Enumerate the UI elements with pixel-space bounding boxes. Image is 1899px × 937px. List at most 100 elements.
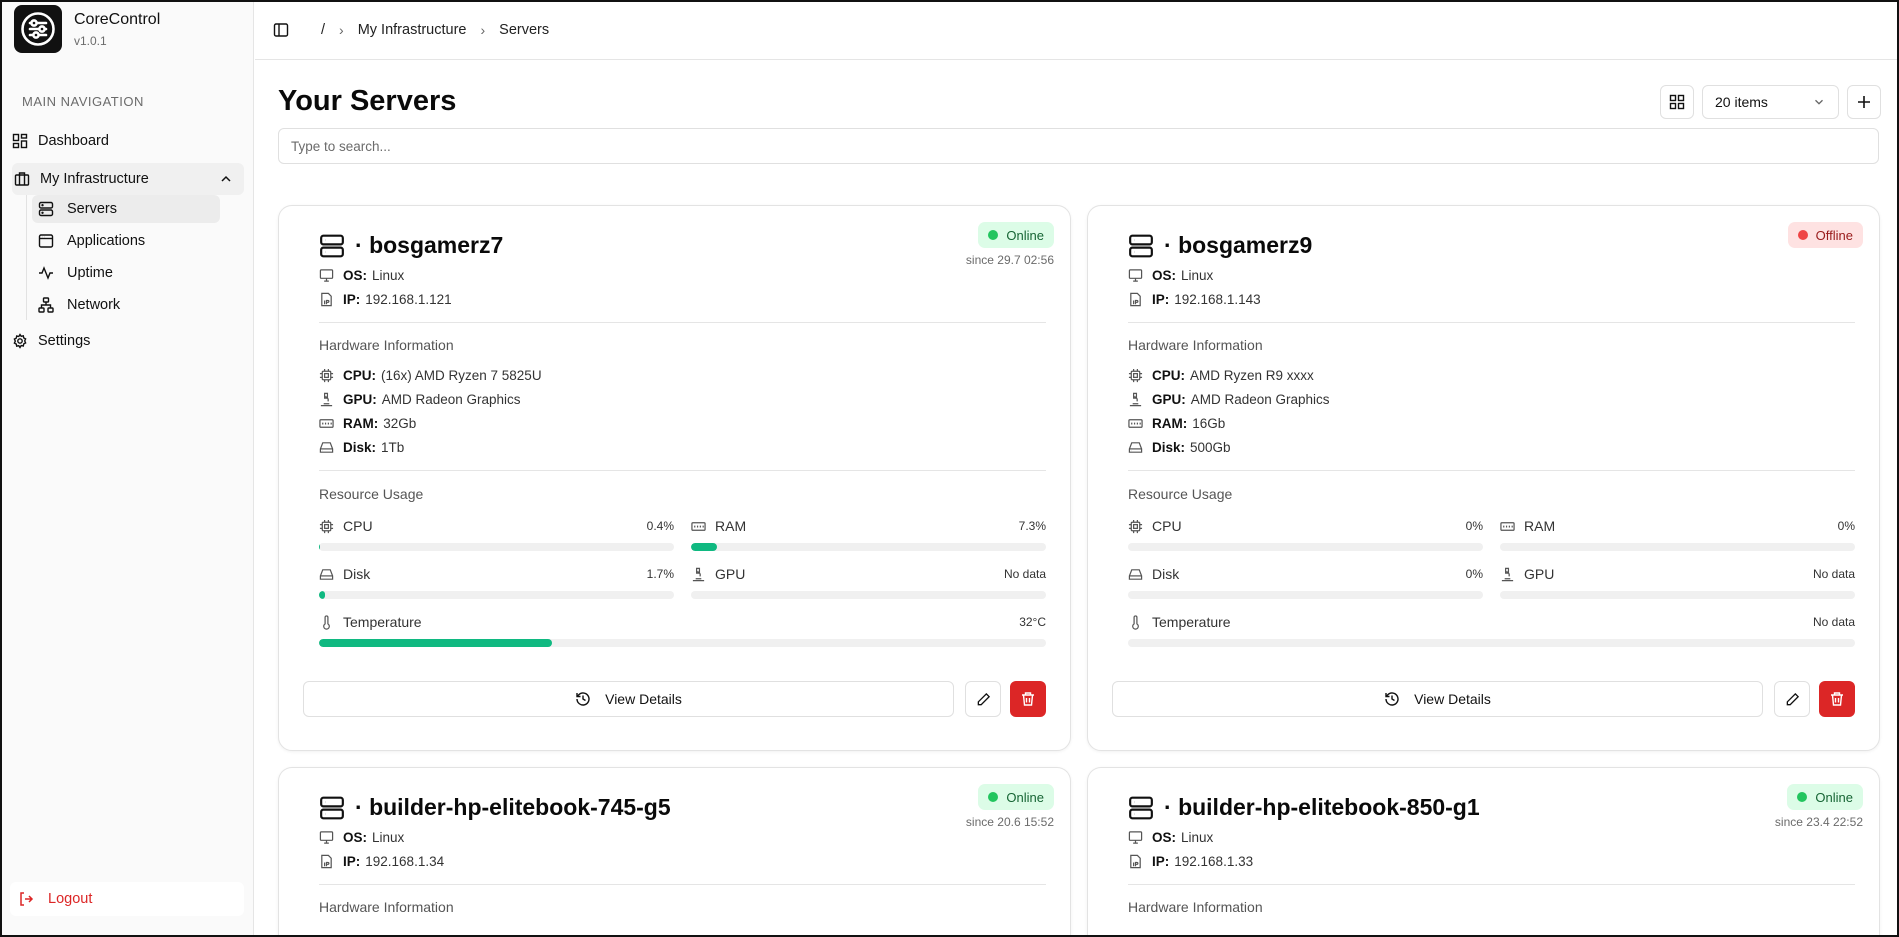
sidebar-item-label: My Infrastructure (40, 171, 149, 187)
sidebar-item-uptime[interactable]: Uptime (32, 259, 220, 287)
server-card: · bosgamerz9 Offline OS: Linux IP: 192.168… (1087, 205, 1880, 751)
usage-label: GPU (715, 566, 746, 582)
view-details-button[interactable]: View Details (303, 681, 954, 717)
cpu-usage: CPU 0.4% (319, 517, 674, 551)
items-per-page-select[interactable]: 20 items (1702, 85, 1839, 119)
sidebar-item-network[interactable]: Network (32, 291, 220, 319)
app-window-icon (38, 234, 54, 248)
breadcrumb-root[interactable]: / (321, 22, 325, 38)
ip-value: 192.168.1.33 (1174, 854, 1254, 869)
chevron-right-icon: › (480, 21, 486, 38)
ram-usage: RAM 7.3% (691, 517, 1046, 551)
status-since: since 20.6 15:52 (965, 815, 1054, 829)
usage-value: 0.4% (646, 519, 674, 533)
view-details-button[interactable]: View Details (1112, 681, 1763, 717)
ram-label: RAM: (343, 416, 379, 431)
cpu-row: CPU: AMD Ryzen R9 xxxx (1128, 368, 1314, 383)
sidebar-item-applications[interactable]: Applications (32, 227, 220, 255)
server-name: bosgamerz7 (369, 232, 504, 258)
edit-button[interactable] (1774, 681, 1810, 717)
ip-row: IP: 192.168.1.34 (319, 854, 444, 869)
divider (1128, 322, 1855, 323)
ip-label: IP: (343, 854, 361, 869)
grid-icon (1669, 94, 1685, 110)
usage-label: CPU (1152, 518, 1182, 534)
microscope-icon (692, 567, 705, 581)
cpu-label: CPU: (343, 368, 376, 383)
cpu-icon (319, 519, 334, 533)
toolbar: 20 items (1660, 85, 1881, 119)
hard-drive-icon (1128, 442, 1143, 453)
status-badge: Online (978, 222, 1054, 248)
divider (1128, 884, 1855, 885)
usage-bar-fill (319, 591, 326, 599)
sidebar-item-servers[interactable]: Servers (32, 195, 220, 223)
ip-label: IP: (1152, 292, 1170, 307)
usage-bar (1128, 639, 1855, 647)
cpu-value: AMD Ryzen R9 xxxx (1190, 368, 1314, 383)
resource-heading: Resource Usage (1128, 486, 1233, 502)
usage-bar-fill (319, 543, 321, 551)
top-bar: / › My Infrastructure › Servers (255, 0, 1899, 60)
cpu-icon (1128, 368, 1143, 383)
ip-row: IP: 192.168.1.143 (1128, 292, 1261, 307)
microscope-icon (1501, 567, 1514, 581)
divider (319, 322, 1046, 323)
logout-icon (20, 892, 34, 906)
disk-label: Disk: (1152, 440, 1186, 455)
hard-drive-icon (1128, 568, 1143, 580)
page-title: Your Servers (278, 85, 457, 117)
server-name: builder-hp-elitebook-850-g1 (1178, 794, 1480, 820)
dashboard-icon (12, 133, 28, 149)
server-title: · bosgamerz7 (319, 232, 503, 259)
cpu-icon (319, 368, 334, 383)
monitor-icon (1128, 269, 1143, 282)
breadcrumb-infrastructure[interactable]: My Infrastructure (358, 22, 467, 38)
delete-button[interactable] (1010, 681, 1046, 717)
usage-label: Temperature (1152, 614, 1231, 630)
usage-label: GPU (1524, 566, 1555, 582)
app-name: CoreControl (74, 10, 161, 28)
usage-label: CPU (343, 518, 373, 534)
server-card: · builder-hp-elitebook-745-g5 Online sin… (278, 767, 1071, 937)
server-icon (1129, 796, 1153, 819)
server-name: bosgamerz9 (1178, 232, 1313, 258)
app-version: v1.0.1 (74, 33, 107, 48)
breadcrumb-servers: Servers (499, 21, 550, 38)
status-dot (1797, 792, 1808, 802)
os-row: OS: Linux (319, 830, 404, 845)
usage-label: RAM (715, 518, 747, 534)
server-icon (320, 234, 344, 257)
microscope-icon (320, 392, 333, 407)
submenu-line (26, 195, 27, 320)
usage-bar-fill (319, 639, 552, 647)
sidebar-item-dashboard[interactable]: Dashboard (12, 127, 109, 155)
sidebar-item-infrastructure[interactable]: My Infrastructure (12, 163, 244, 195)
hardware-heading: Hardware Information (319, 337, 454, 353)
brand[interactable]: CoreControl v1.0.1 (14, 5, 160, 53)
temperature-usage: Temperature No data (1128, 613, 1855, 647)
os-value: Linux (372, 830, 405, 845)
add-server-button[interactable] (1847, 85, 1881, 119)
sidebar-toggle-icon[interactable] (273, 22, 289, 38)
edit-button[interactable] (965, 681, 1001, 717)
breadcrumb: / › My Infrastructure › Servers (321, 22, 549, 38)
search-input[interactable] (278, 128, 1879, 164)
title-separator: · (1164, 794, 1172, 820)
logout-button[interactable]: Logout (10, 882, 244, 916)
os-value: Linux (1181, 830, 1214, 845)
hard-drive-icon (319, 442, 334, 453)
disk-row: Disk: 1Tb (319, 440, 404, 455)
sidebar-item-settings[interactable]: Settings (12, 327, 90, 355)
server-icon (320, 796, 344, 819)
ip-row: IP: 192.168.1.33 (1128, 854, 1253, 869)
delete-button[interactable] (1819, 681, 1855, 717)
chevron-up-icon[interactable] (218, 171, 234, 187)
memory-icon (319, 419, 334, 428)
file-ip-icon (1130, 854, 1141, 869)
disk-value: 500Gb (1190, 440, 1231, 455)
gpu-row: GPU: AMD Radeon Graphics (1128, 392, 1330, 407)
usage-value: No data (1812, 615, 1855, 629)
view-details-label: View Details (1414, 691, 1491, 707)
grid-view-button[interactable] (1660, 85, 1694, 119)
